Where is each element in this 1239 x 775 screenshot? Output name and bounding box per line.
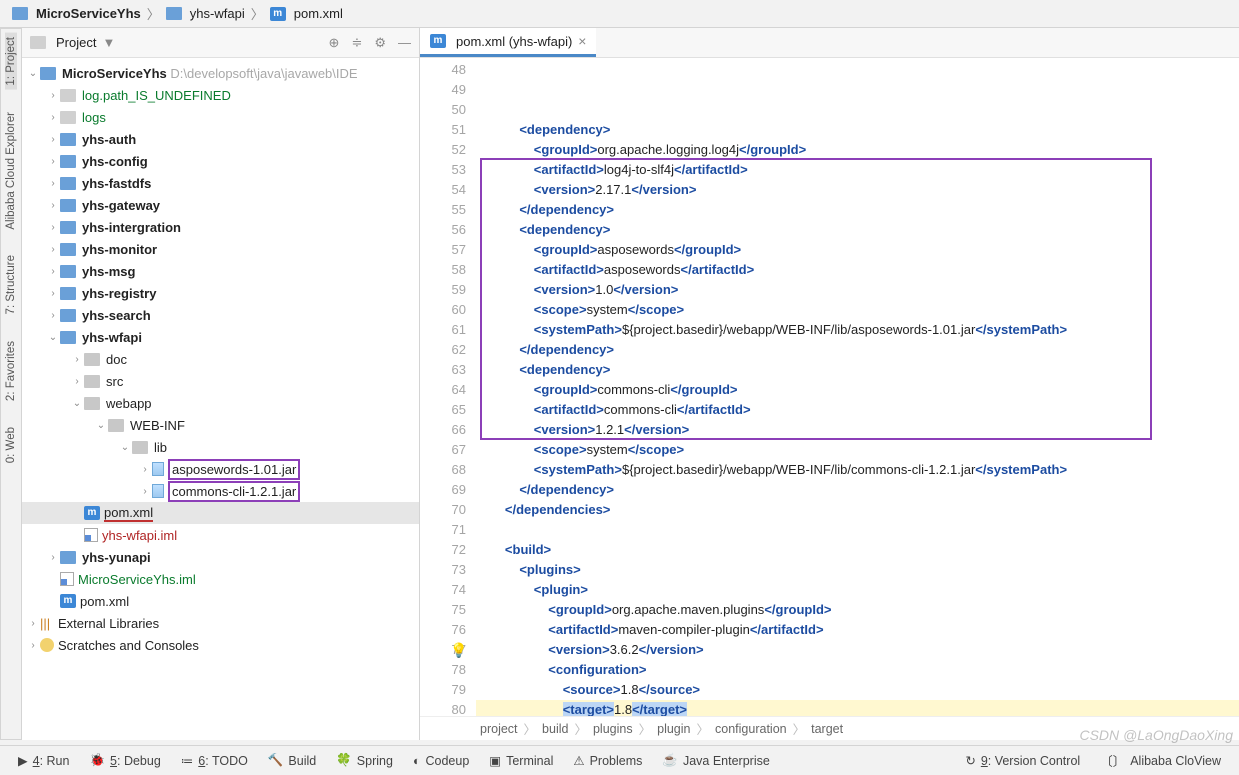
iml-icon [84,528,98,542]
watermark: CSDN @LaOngDaoXing [1079,727,1233,743]
debug-tool[interactable]: 🐞 5: Debug [81,753,168,768]
maven-icon: m [430,34,446,48]
gear-icon[interactable]: ⚙ [374,35,386,51]
terminal-tool[interactable]: ▣ Terminal [481,753,561,768]
rail-web[interactable]: 0: Web [5,423,17,467]
editor-panel: m pom.xml (yhs-wfapi) × 4849505152535455… [420,28,1239,740]
tree-module-yunapi[interactable]: ›yhs-yunapi [22,546,419,568]
nav-module[interactable]: yhs-wfapi [162,6,249,21]
rail-alibaba-explorer[interactable]: Alibaba Cloud Explorer [5,108,17,234]
maven-icon: m [270,7,286,21]
scratches-icon [40,638,54,652]
tree-item[interactable]: ›yhs-fastdfs [22,172,419,194]
maven-icon: m [60,594,76,608]
external-libraries-icon: ||| [40,616,54,630]
code-content[interactable]: <dependency> <groupId>org.apache.logging… [476,58,1239,716]
crumb-build[interactable]: build [542,722,568,736]
alibaba-cloud-tool[interactable]: 〔〕 Alibaba CloView [1092,751,1229,770]
tree-jar-row[interactable]: ›asposewords-1.01.jar [22,458,419,480]
tree-item[interactable]: ›yhs-auth [22,128,419,150]
rail-project[interactable]: 1: Project [5,33,17,90]
intention-bulb-icon[interactable]: 💡 [450,640,467,660]
tree-module-wfapi[interactable]: ⌄yhs-wfapi [22,326,419,348]
project-header: Project ▼ ⊕ ≑ ⚙ — [22,28,419,58]
left-tool-rail: 1: Project Alibaba Cloud Explorer 7: Str… [0,28,22,740]
tree-item[interactable]: ›yhs-monitor [22,238,419,260]
tree-item[interactable]: ›yhs-registry [22,282,419,304]
project-view-icon [30,36,46,49]
tree-folder-webinf[interactable]: ⌄WEB-INF [22,414,419,436]
jar-icon [152,484,164,498]
tree-item[interactable]: ›yhs-gateway [22,194,419,216]
tree-file-iml[interactable]: yhs-wfapi.iml [22,524,419,546]
project-tool-window: Project ▼ ⊕ ≑ ⚙ — ⌄ MicroServiceYhs D:\d… [22,28,420,740]
tab-title: pom.xml (yhs-wfapi) [456,34,572,49]
jar-icon [152,462,164,476]
navigation-bar: MicroServiceYhs 〉 yhs-wfapi 〉 mpom.xml [0,0,1239,28]
hide-icon[interactable]: — [398,35,411,51]
tree-item[interactable]: ›yhs-msg [22,260,419,282]
line-gutter: 4849505152535455565758596061626364656667… [420,58,476,716]
crumb-plugin[interactable]: plugin [657,722,690,736]
crumb-project[interactable]: project [480,722,518,736]
maven-icon: m [84,506,100,520]
code-editor[interactable]: 4849505152535455565758596061626364656667… [420,58,1239,716]
rail-favorites[interactable]: 2: Favorites [5,337,17,405]
scroll-from-source-icon[interactable]: ⊕ [329,35,340,51]
tree-external-libraries[interactable]: ›|||External Libraries [22,612,419,634]
crumb-target[interactable]: target [811,722,843,736]
crumb-plugins[interactable]: plugins [593,722,633,736]
tree-item[interactable]: ›yhs-search [22,304,419,326]
tree-file-pom[interactable]: mpom.xml [22,502,419,524]
tree-root[interactable]: ⌄ MicroServiceYhs D:\developsoft\java\ja… [22,62,419,84]
close-tab-icon[interactable]: × [578,33,586,49]
project-dropdown[interactable]: Project [56,35,96,50]
tree-jar-row[interactable]: ›commons-cli-1.2.1.jar [22,480,419,502]
nav-file[interactable]: mpom.xml [266,6,347,21]
editor-tab-active[interactable]: m pom.xml (yhs-wfapi) × [420,28,596,57]
crumb-configuration[interactable]: configuration [715,722,787,736]
project-tree[interactable]: ⌄ MicroServiceYhs D:\developsoft\java\ja… [22,58,419,740]
tree-folder-doc[interactable]: ›doc [22,348,419,370]
java-ee-tool[interactable]: ☕ Java Enterprise [654,753,777,768]
tree-folder-src[interactable]: ›src [22,370,419,392]
collapse-all-icon[interactable]: ≑ [351,35,362,51]
iml-icon [60,572,74,586]
run-tool[interactable]: ▶ 4: Run [10,753,77,768]
chevron-right-icon: 〉 [147,4,160,23]
tree-item[interactable]: ›logs [22,106,419,128]
tree-file-root-iml[interactable]: MicroServiceYhs.iml [22,568,419,590]
tree-folder-webapp[interactable]: ⌄webapp [22,392,419,414]
chevron-right-icon: 〉 [251,4,264,23]
problems-tool[interactable]: ⚠ Problems [565,753,650,768]
tree-item[interactable]: ›yhs-intergration [22,216,419,238]
editor-tabs: m pom.xml (yhs-wfapi) × [420,28,1239,58]
codeup-tool[interactable]: ◐ Codeup [405,754,477,768]
spring-tool[interactable]: 🍀 Spring [328,753,401,768]
nav-root[interactable]: MicroServiceYhs [8,6,145,21]
chevron-down-icon[interactable]: ▼ [102,35,115,50]
tree-folder-lib[interactable]: ⌄lib [22,436,419,458]
bottom-tool-bar: ▶ 4: Run 🐞 5: Debug ≔ 6: TODO 🔨 Build 🍀 … [0,745,1239,775]
tree-item[interactable]: ›log.path_IS_UNDEFINED [22,84,419,106]
rail-structure[interactable]: 7: Structure [5,251,17,318]
todo-tool[interactable]: ≔ 6: TODO [173,753,256,768]
build-tool[interactable]: 🔨 Build [260,753,324,768]
tree-item[interactable]: ›yhs-config [22,150,419,172]
version-control-tool[interactable]: ↻ 9: Version Control [957,753,1088,768]
tree-file-root-pom[interactable]: mpom.xml [22,590,419,612]
tree-scratches[interactable]: ›Scratches and Consoles [22,634,419,656]
